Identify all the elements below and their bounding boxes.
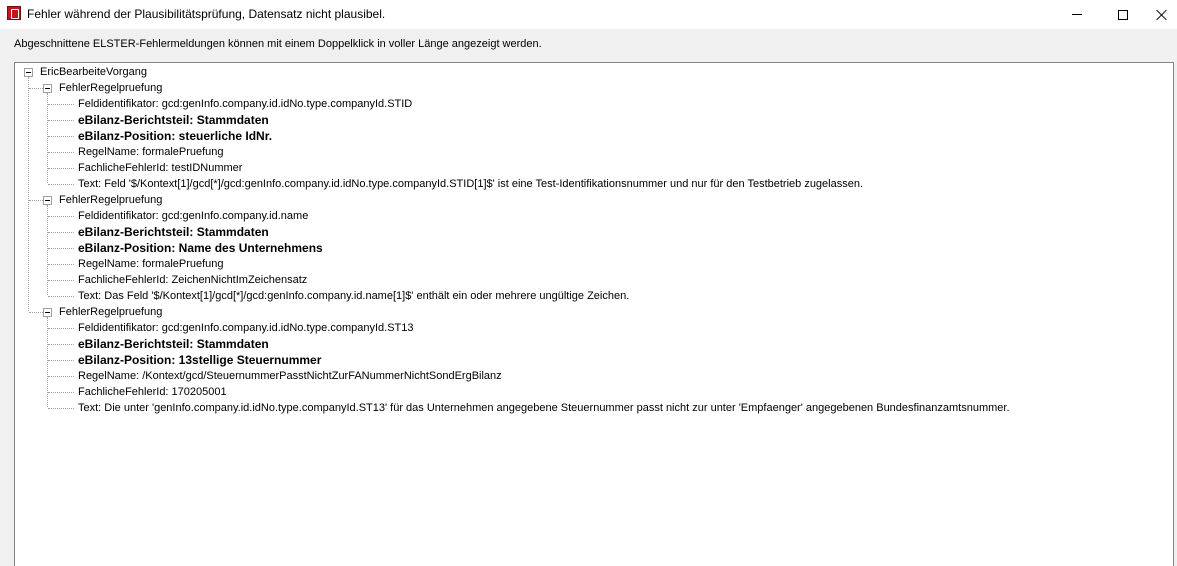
hint-text: Abgeschnittene ELSTER-Fehlermeldungen kö…	[14, 38, 542, 50]
tree-connector	[48, 328, 74, 329]
tree-item[interactable]: Text: Die unter 'genInfo.company.id.idNo…	[78, 400, 1010, 416]
tree-item[interactable]: Feldidentifikator: gcd:genInfo.company.i…	[78, 208, 308, 224]
close-icon	[1156, 9, 1168, 21]
tree-item[interactable]: eBilanz-Berichtsteil: Stammdaten	[78, 224, 269, 240]
tree-connector	[48, 280, 74, 281]
maximize-button[interactable]	[1100, 0, 1146, 29]
tree-item[interactable]: RegelName: /Kontext/gcd/SteuernummerPass…	[78, 368, 502, 384]
tree-item[interactable]: FachlicheFehlerId: testIDNummer	[78, 160, 242, 176]
collapse-icon[interactable]	[43, 196, 52, 205]
tree-connector	[48, 408, 74, 409]
group-node[interactable]: FehlerRegelpruefung	[59, 80, 162, 96]
tree-item[interactable]: Feldidentifikator: gcd:genInfo.company.i…	[78, 96, 412, 112]
tree-connector	[48, 120, 74, 121]
tree-item[interactable]: Text: Das Feld '$/Kontext[1]/gcd[*]/gcd:…	[78, 288, 629, 304]
tree-item[interactable]: eBilanz-Berichtsteil: Stammdaten	[78, 336, 269, 352]
tree-item[interactable]: eBilanz-Position: 13stellige Steuernumme…	[78, 352, 321, 368]
tree-connector	[48, 232, 74, 233]
title-bar[interactable]: Fehler während der Plausibilitätsprüfung…	[0, 0, 1177, 29]
tree-connector	[48, 344, 74, 345]
tree-item[interactable]: Text: Feld '$/Kontext[1]/gcd[*]/gcd:genI…	[78, 176, 863, 192]
app-icon[interactable]	[7, 6, 21, 20]
tree-item[interactable]: RegelName: formalePruefung	[78, 144, 224, 160]
tree-item[interactable]: FachlicheFehlerId: 170205001	[78, 384, 227, 400]
close-button[interactable]	[1146, 0, 1177, 29]
tree-connector	[48, 248, 74, 249]
maximize-icon	[1118, 9, 1128, 20]
tree-connector	[48, 392, 74, 393]
error-tree[interactable]: EricBearbeiteVorgang FehlerRegelpruefung…	[14, 62, 1174, 566]
tree-connector	[29, 200, 43, 201]
window-title: Fehler während der Plausibilitätsprüfung…	[27, 7, 386, 21]
tree-connector	[47, 317, 48, 407]
group-node[interactable]: FehlerRegelpruefung	[59, 192, 162, 208]
tree-item[interactable]: FachlicheFehlerId: ZeichenNichtImZeichen…	[78, 272, 307, 288]
tree-connector	[48, 264, 74, 265]
tree-connector	[48, 104, 74, 105]
tree-item[interactable]: eBilanz-Position: Name des Unternehmens	[78, 240, 323, 256]
tree-connector	[48, 296, 74, 297]
tree-connector	[28, 77, 29, 311]
tree-connector	[47, 93, 48, 183]
collapse-icon[interactable]	[24, 68, 33, 77]
minimize-button[interactable]	[1054, 0, 1100, 29]
group-node[interactable]: FehlerRegelpruefung	[59, 304, 162, 320]
tree-item[interactable]: eBilanz-Position: steuerliche IdNr.	[78, 128, 272, 144]
tree-connector	[48, 360, 74, 361]
tree-connector	[48, 376, 74, 377]
tree-item[interactable]: Feldidentifikator: gcd:genInfo.company.i…	[78, 320, 413, 336]
tree-connector	[48, 184, 74, 185]
tree-connector	[47, 205, 48, 295]
tree-connector	[48, 136, 74, 137]
collapse-icon[interactable]	[43, 84, 52, 93]
minimize-icon	[1072, 14, 1082, 15]
tree-root-node[interactable]: EricBearbeiteVorgang	[40, 64, 147, 80]
tree-item[interactable]: RegelName: formalePruefung	[78, 256, 224, 272]
collapse-icon[interactable]	[43, 308, 52, 317]
tree-connector	[48, 152, 74, 153]
tree-connector	[48, 216, 74, 217]
tree-connector	[29, 312, 43, 313]
tree-connector	[29, 88, 43, 89]
tree-connector	[48, 168, 74, 169]
tree-item[interactable]: eBilanz-Berichtsteil: Stammdaten	[78, 112, 269, 128]
